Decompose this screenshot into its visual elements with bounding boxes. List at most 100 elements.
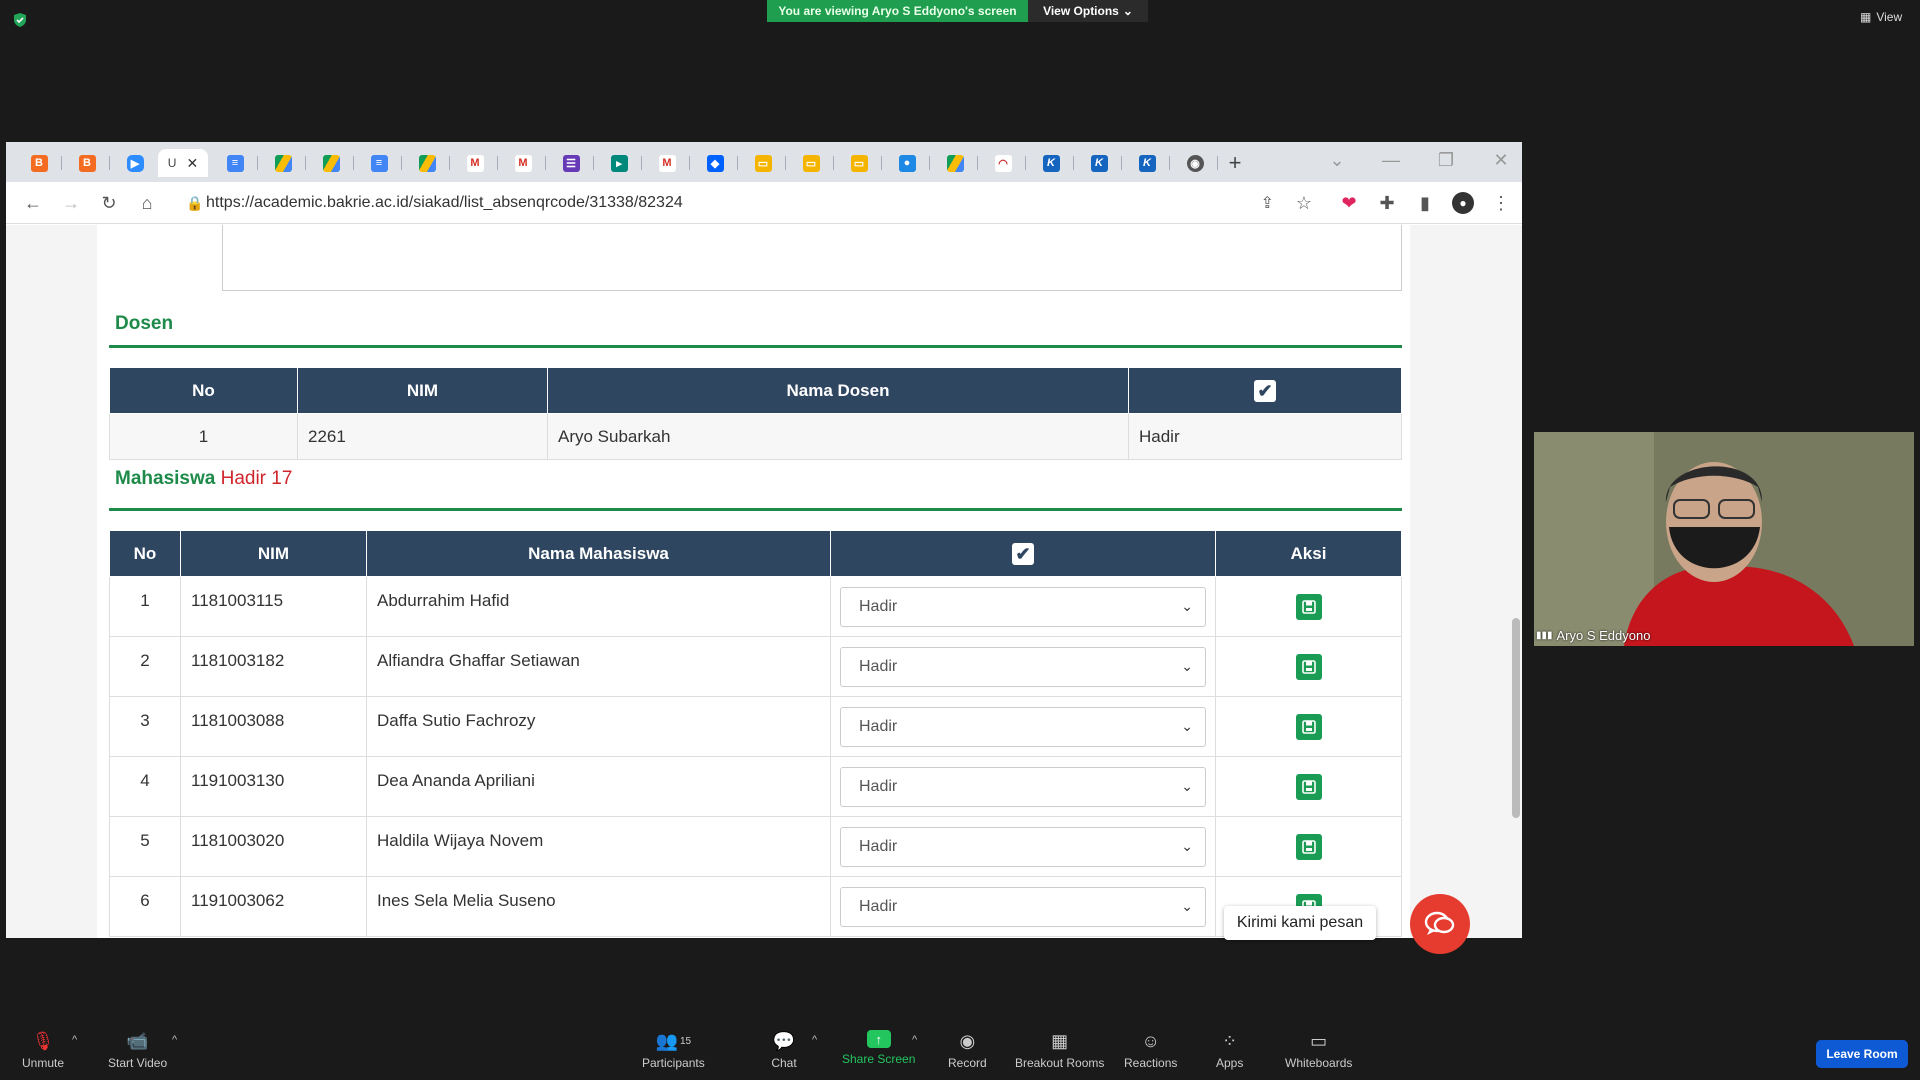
page-scrollbar[interactable] [1510,308,1522,938]
share-options-chevron-icon[interactable]: ^ [912,1034,917,1046]
start-video-button[interactable]: 📹 Start Video [108,1030,167,1071]
tab-slides-1[interactable]: ▭ [740,149,786,177]
extensions-icon[interactable]: ✚ [1376,192,1398,214]
whiteboards-button[interactable]: ▭ Whiteboards [1285,1030,1352,1071]
bookmark-star-icon[interactable]: ☆ [1296,193,1312,214]
forward-icon[interactable]: → [60,192,82,214]
status-select[interactable]: Hadir ⌄ [840,766,1206,807]
tab-search-icon[interactable]: ⌄ [1322,150,1352,171]
tab-slides-3[interactable]: ▭ [836,149,882,177]
tab-k-1[interactable]: K [1028,149,1074,177]
tab-zoom[interactable]: ▶ [112,149,158,177]
tab-k-2[interactable]: K [1076,149,1122,177]
tab-forms[interactable]: ☰ [548,149,594,177]
status-select[interactable]: Hadir ⌄ [840,586,1206,627]
tab-slides-2[interactable]: ▭ [788,149,834,177]
col-header-aksi: Aksi [1215,530,1402,577]
col-header-check[interactable]: ✔ [830,530,1216,577]
unmute-label: Unmute [22,1056,65,1070]
lock-icon[interactable]: 🔒 [186,195,203,212]
col-header-nama-dosen: Nama Dosen [547,367,1129,414]
status-select[interactable]: Hadir ⌄ [840,646,1206,687]
address-bar[interactable]: 🔒 https://academic.bakrie.ac.id/siakad/l… [176,187,1326,219]
close-tab-icon[interactable]: ✕ [186,155,198,172]
cell-status: Hadir ⌄ [830,756,1216,817]
tab-meet[interactable]: ▸ [596,149,642,177]
status-select[interactable]: Hadir ⌄ [840,826,1206,867]
save-button[interactable] [1295,833,1322,860]
scrollbar-thumb[interactable] [1512,618,1520,818]
chevron-down-icon: ⌄ [1181,658,1193,674]
tab-drive-3[interactable] [404,149,450,177]
leave-room-button[interactable]: Leave Room [1816,1040,1908,1068]
view-button[interactable]: ▦ View [1860,10,1902,24]
reload-icon[interactable]: ↻ [98,192,120,214]
profile-avatar[interactable]: ● [1452,192,1474,214]
cell-no: 6 [109,876,181,937]
tab-k-3[interactable]: K [1124,149,1170,177]
side-panel-icon[interactable]: ▮ [1414,192,1436,214]
close-window-icon[interactable]: ✕ [1486,150,1516,171]
cell-nim: 1181003115 [180,576,367,637]
restore-icon[interactable]: ❐ [1431,150,1461,171]
status-select[interactable]: Hadir ⌄ [840,706,1206,747]
tab-brave-1[interactable]: B [16,149,62,177]
tab-classroom[interactable]: ● [884,149,930,177]
forms-icon: ☰ [562,154,580,172]
back-icon[interactable]: ← [22,192,44,214]
breakout-rooms-button[interactable]: ▦ Breakout Rooms [1015,1030,1104,1071]
tab-gmail-1[interactable]: M [452,149,498,177]
save-button[interactable] [1295,593,1322,620]
audio-options-chevron-icon[interactable]: ^ [72,1034,77,1046]
tab-docs-2[interactable]: ≡ [356,149,402,177]
k-icon: K [1090,154,1108,172]
security-shield-icon[interactable] [12,12,28,28]
tab-drive-4[interactable] [932,149,978,177]
brave-icon: B [30,154,48,172]
checkbox-checked-icon[interactable]: ✔ [1254,379,1276,402]
save-button[interactable] [1295,653,1322,680]
chat-prompt-tooltip[interactable]: Kirimi kami pesan [1224,906,1376,940]
col-header-check[interactable]: ✔ [1128,367,1402,414]
k-icon: K [1042,154,1060,172]
share-screen-label: Share Screen [842,1052,916,1066]
tab-drive-1[interactable] [260,149,306,177]
chat-widget-button[interactable] [1410,894,1470,954]
pocket-icon[interactable]: ❤ [1338,192,1360,214]
chat-options-chevron-icon[interactable]: ^ [812,1034,817,1046]
tab-active[interactable]: U ✕ [158,149,208,177]
reactions-button[interactable]: ☺ Reactions [1124,1030,1177,1071]
cell-status: Hadir ⌄ [830,696,1216,757]
home-icon[interactable]: ⌂ [136,192,158,214]
tab-gmail-2[interactable]: M [500,149,546,177]
tab-dropbox[interactable]: ◆ [692,149,738,177]
new-tab-button[interactable]: + [1212,149,1258,177]
save-button[interactable] [1295,713,1322,740]
tab-speedtest[interactable]: ◠ [980,149,1026,177]
chat-button[interactable]: 💬 Chat [771,1030,797,1071]
participants-button[interactable]: 👥 15 Participants [642,1030,705,1071]
tab-docs-1[interactable]: ≡ [212,149,258,177]
tab-brave-2[interactable]: B [64,149,110,177]
checkbox-checked-icon[interactable]: ✔ [1012,542,1034,565]
record-button[interactable]: ◉ Record [948,1030,987,1071]
tab-drive-2[interactable] [308,149,354,177]
unmute-button[interactable]: 🎙 Unmute [22,1030,65,1071]
menu-kebab-icon[interactable]: ⋮ [1490,192,1512,214]
apps-button[interactable]: ⁘ Apps [1216,1030,1243,1071]
mahasiswa-table: No NIM Nama Mahasiswa ✔ Aksi 1 118100311… [109,530,1402,937]
view-options-button[interactable]: View Options ⌄ [1028,0,1148,22]
tab-strip: B B ▶ U ✕ ≡ ≡ M M ☰ ▸ M ◆ ▭ ▭ ▭ ● ◠ K K K… [6,142,1522,182]
video-options-chevron-icon[interactable]: ^ [172,1034,177,1046]
minimize-icon[interactable]: — [1376,150,1406,171]
cell-no: 1 [109,413,298,460]
save-button[interactable] [1295,773,1322,800]
status-select-value: Hadir [859,897,898,915]
content-card: Dosen No NIM Nama Dosen ✔ 1 2261 Aryo Su… [97,225,1410,938]
share-screen-button[interactable]: ↑ Share Screen [842,1030,915,1066]
participant-video-tile[interactable] [1534,432,1914,646]
share-icon[interactable]: ⇪ [1261,193,1274,213]
status-select[interactable]: Hadir ⌄ [840,886,1206,927]
tab-gmail-3[interactable]: M [644,149,690,177]
chat-label: Chat [771,1056,797,1070]
